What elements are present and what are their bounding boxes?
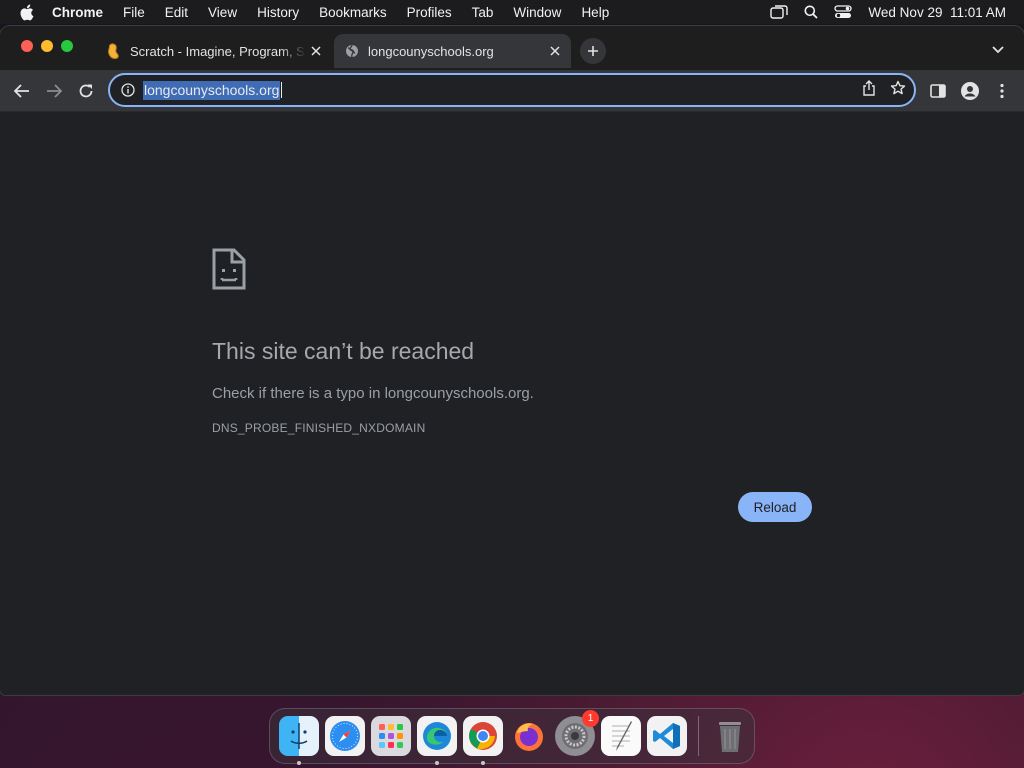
error-code: DNS_PROBE_FINISHED_NXDOMAIN bbox=[212, 421, 426, 435]
system-settings-icon[interactable]: 1 bbox=[555, 710, 599, 756]
site-info-icon[interactable] bbox=[119, 83, 137, 97]
safari-icon[interactable] bbox=[325, 716, 365, 756]
share-icon[interactable] bbox=[862, 79, 876, 101]
trash-icon[interactable] bbox=[710, 716, 750, 756]
scratch-cat-icon bbox=[106, 43, 122, 59]
screen-mirroring-icon[interactable] bbox=[770, 5, 789, 19]
back-arrow-icon[interactable] bbox=[10, 79, 34, 103]
menu-clock[interactable]: Wed Nov 29 11:01 AM bbox=[868, 5, 1006, 20]
menu-bar: Chrome File Edit View History Bookmarks … bbox=[0, 0, 1024, 24]
control-center-icon[interactable] bbox=[834, 5, 853, 19]
tab-title: longcounyschools.org bbox=[368, 43, 494, 59]
dock-separator bbox=[698, 716, 699, 756]
textedit-icon[interactable] bbox=[601, 716, 641, 756]
plus-icon bbox=[588, 46, 598, 56]
running-indicator bbox=[435, 761, 439, 765]
menu-edit[interactable]: Edit bbox=[155, 5, 198, 20]
bookmark-star-icon[interactable] bbox=[890, 80, 906, 101]
tab-search-chevron-down-icon[interactable] bbox=[992, 41, 1004, 59]
menu-profiles[interactable]: Profiles bbox=[397, 5, 462, 20]
error-page: This site can’t be reached Check if ther… bbox=[0, 112, 1024, 695]
sad-page-icon bbox=[211, 247, 247, 296]
close-tab-icon[interactable] bbox=[306, 41, 326, 61]
menu-bookmarks[interactable]: Bookmarks bbox=[309, 5, 397, 20]
side-panel-icon[interactable] bbox=[926, 79, 950, 103]
notification-badge: 1 bbox=[582, 710, 599, 727]
reload-button[interactable]: Reload bbox=[738, 492, 812, 522]
address-bar[interactable]: longcounyschools.org bbox=[108, 73, 916, 107]
reload-icon[interactable] bbox=[74, 79, 98, 103]
menu-help[interactable]: Help bbox=[571, 5, 619, 20]
minimize-window-button[interactable] bbox=[41, 40, 53, 52]
browser-window: Scratch - Imagine, Program, Share longco… bbox=[0, 26, 1024, 695]
globe-icon bbox=[344, 43, 360, 59]
error-title: This site can’t be reached bbox=[212, 338, 475, 364]
spotlight-search-icon[interactable] bbox=[804, 5, 819, 19]
tab-longcounyschools[interactable]: longcounyschools.org bbox=[334, 34, 571, 68]
menu-history[interactable]: History bbox=[247, 5, 309, 20]
url-text-selected[interactable]: longcounyschools.org bbox=[143, 80, 281, 100]
menu-file[interactable]: File bbox=[113, 5, 155, 20]
zoom-window-button[interactable] bbox=[61, 40, 73, 52]
tab-title: Scratch - Imagine, Program, Share bbox=[130, 43, 306, 59]
text-cursor bbox=[281, 82, 283, 98]
running-indicator bbox=[297, 761, 301, 765]
new-tab-button[interactable] bbox=[580, 38, 606, 64]
more-options-icon[interactable] bbox=[990, 79, 1014, 103]
menu-window[interactable]: Window bbox=[503, 5, 571, 20]
running-indicator bbox=[481, 761, 485, 765]
microsoft-edge-icon[interactable] bbox=[417, 716, 457, 765]
google-chrome-icon[interactable] bbox=[463, 716, 503, 765]
forward-arrow-icon[interactable] bbox=[42, 79, 66, 103]
browser-toolbar: longcounyschools.org bbox=[0, 70, 1024, 112]
tab-scratch[interactable]: Scratch - Imagine, Program, Share bbox=[96, 34, 332, 68]
launchpad-icon[interactable] bbox=[371, 716, 411, 756]
close-tab-icon[interactable] bbox=[545, 41, 565, 61]
menu-tab[interactable]: Tab bbox=[462, 5, 504, 20]
apple-menu-icon[interactable] bbox=[0, 4, 52, 21]
dock: 1 bbox=[269, 708, 755, 765]
firefox-icon[interactable] bbox=[509, 716, 549, 756]
error-description: Check if there is a typo in longcounysch… bbox=[212, 385, 534, 402]
window-controls bbox=[21, 40, 73, 52]
visual-studio-code-icon[interactable] bbox=[647, 716, 687, 756]
finder-icon[interactable] bbox=[279, 716, 319, 765]
tab-strip: Scratch - Imagine, Program, Share longco… bbox=[0, 26, 1024, 70]
close-window-button[interactable] bbox=[21, 40, 33, 52]
profile-avatar-icon[interactable] bbox=[958, 79, 982, 103]
menu-app-name[interactable]: Chrome bbox=[52, 5, 113, 20]
menu-view[interactable]: View bbox=[198, 5, 247, 20]
